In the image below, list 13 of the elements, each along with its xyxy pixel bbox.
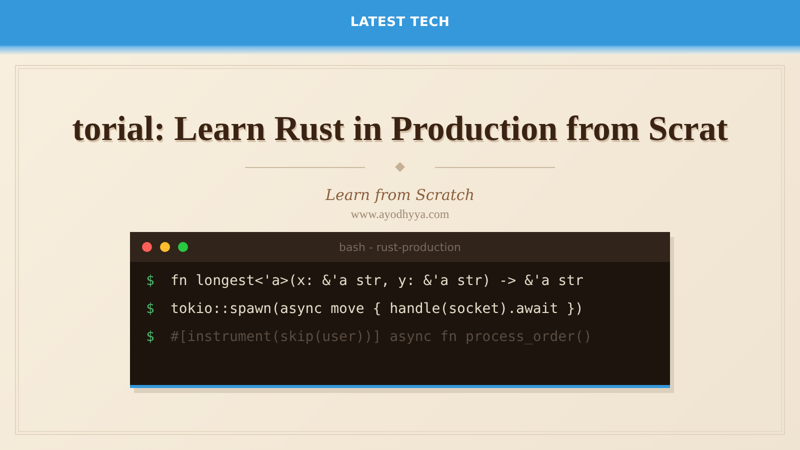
website-text: www.ayodhyya.com bbox=[350, 207, 450, 222]
diamond-icon bbox=[395, 162, 405, 172]
prompt-symbol: $ bbox=[146, 272, 154, 291]
command-text: #[instrument(skip(user))] async fn process_order() bbox=[170, 328, 592, 347]
page-title: torial: Learn Rust in Production from Scrat bbox=[72, 108, 728, 150]
command-text: tokio::spawn(async move { handle(socket).await }) bbox=[170, 300, 584, 319]
header-title: LATEST TECH bbox=[350, 15, 450, 30]
command-text: fn longest<'a>(x: &'a str, y: &'a str) -> &'a str bbox=[170, 272, 584, 291]
terminal-title: bash - rust-production bbox=[339, 240, 461, 254]
prompt-symbol: $ bbox=[146, 328, 154, 347]
prompt-symbol: $ bbox=[146, 300, 154, 319]
window-controls-icon bbox=[142, 242, 188, 252]
subtitle: Learn from Scratch bbox=[325, 186, 474, 204]
